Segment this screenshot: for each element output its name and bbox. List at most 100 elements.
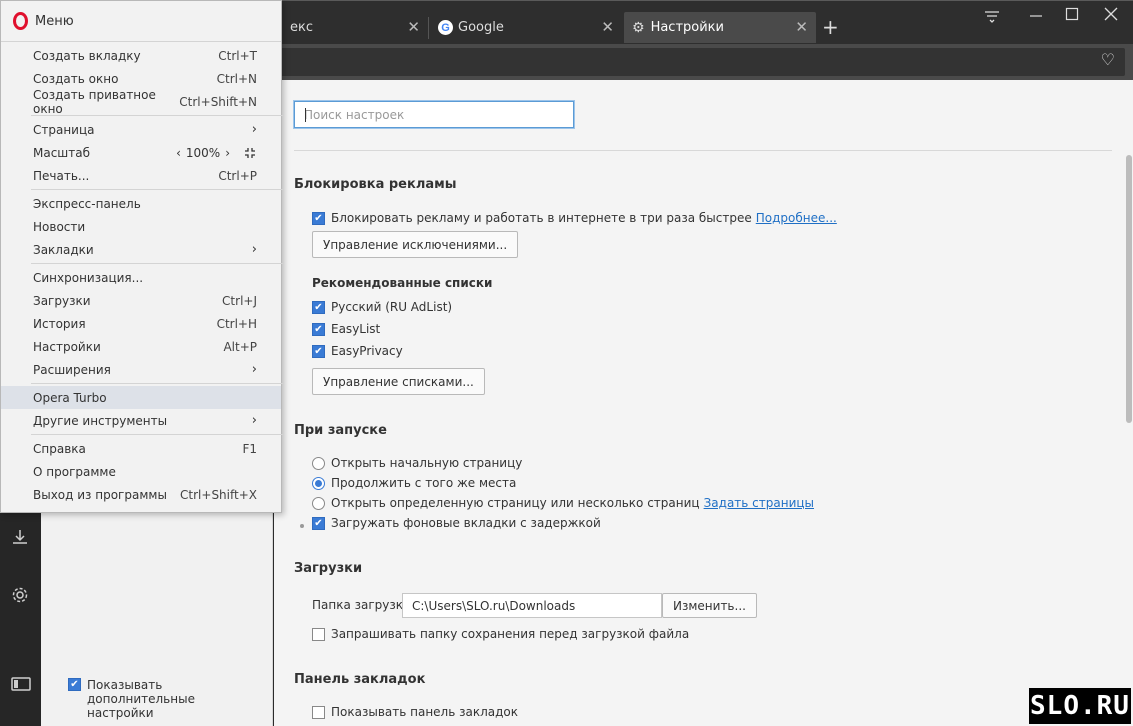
menu-item-opera-turbo[interactable]: Opera Turbo — [1, 386, 281, 409]
heart-icon[interactable]: ♡ — [1101, 50, 1115, 69]
show-advanced-toggle[interactable]: ✔ Показывать дополнительные настройки — [68, 678, 257, 720]
minimize-icon[interactable] — [1029, 8, 1043, 26]
fullscreen-icon[interactable] — [243, 146, 257, 160]
set-pages-link[interactable]: Задать страницы — [704, 496, 814, 510]
manage-exceptions-button[interactable]: Управление исключениями... — [312, 231, 519, 258]
checkbox-icon[interactable]: ✔ — [312, 344, 325, 358]
bullet-dot — [300, 524, 304, 528]
menu-item-exit[interactable]: Выход из программы Ctrl+Shift+X — [1, 483, 281, 506]
manage-lists-button[interactable]: Управление списками... — [312, 368, 485, 395]
menu-item-label: Закладки — [33, 242, 94, 257]
menu-item-other-tools[interactable]: Другие инструменты › — [1, 409, 281, 432]
menu-item-label: Другие инструменты — [33, 413, 168, 428]
menu-item-bookmarks[interactable]: Закладки › — [1, 238, 281, 261]
menu-item-label: История — [33, 316, 86, 331]
close-icon[interactable]: ✕ — [795, 18, 808, 36]
close-window-icon[interactable] — [1104, 7, 1118, 25]
settings-search-input[interactable]: Поиск настроек — [294, 101, 574, 128]
adblock-toggle[interactable]: ✔ Блокировать рекламу и работать в интер… — [312, 211, 837, 225]
tab-settings[interactable]: ⚙ Настройки ✕ — [624, 12, 816, 43]
change-folder-button[interactable]: Изменить... — [662, 593, 757, 618]
menu-item-about[interactable]: О программе — [1, 460, 281, 483]
menu-item-shortcut: Ctrl+J — [222, 293, 257, 308]
downloads-heading: Загрузки — [294, 561, 363, 576]
close-icon[interactable]: ✕ — [601, 18, 614, 36]
scrollbar-thumb[interactable] — [1126, 155, 1132, 423]
show-bookmarks-bar-label: Показывать панель закладок — [331, 705, 519, 719]
checkbox-icon[interactable] — [312, 627, 325, 641]
list-item-easyprivacy[interactable]: ✔ EasyPrivacy — [312, 344, 403, 358]
menu-item-label: Экспресс-панель — [33, 196, 141, 211]
checkbox-icon[interactable]: ✔ — [312, 211, 325, 225]
radio-icon[interactable] — [312, 456, 325, 470]
menu-item-label: Страница — [33, 122, 95, 137]
chevron-right-icon: › — [251, 413, 257, 428]
downloads-icon[interactable] — [11, 528, 29, 551]
tab-label: екс — [290, 20, 313, 35]
show-bookmarks-bar-toggle[interactable]: Показывать панель закладок — [312, 705, 518, 719]
divider — [294, 150, 1112, 151]
new-tab-button[interactable]: + — [822, 15, 839, 39]
zoom-in-icon[interactable]: › — [225, 146, 230, 160]
startup-option-home[interactable]: Открыть начальную страницу — [312, 456, 522, 470]
menu-item-extensions[interactable]: Расширения › — [1, 358, 281, 381]
zoom-out-icon[interactable]: ‹ — [176, 146, 181, 160]
zoom-control: ‹ 100% › — [176, 146, 257, 160]
bookmarks-bar-heading: Панель закладок — [294, 672, 426, 687]
list-item-easylist[interactable]: ✔ EasyList — [312, 322, 380, 336]
chevron-right-icon: › — [251, 362, 257, 377]
menu-item-shortcut: Alt+P — [223, 339, 257, 354]
menu-title: Меню — [35, 13, 74, 29]
delay-tabs-toggle[interactable]: ✔ Загружать фоновые вкладки с задержкой — [312, 516, 601, 530]
checkbox-icon[interactable]: ✔ — [312, 322, 325, 336]
menu-header[interactable]: Меню — [1, 1, 281, 41]
menu-item-zoom[interactable]: Масштаб ‹ 100% › — [1, 141, 281, 164]
radio-icon[interactable] — [312, 476, 325, 490]
menu-item-label: Масштаб — [33, 145, 91, 160]
opera-logo-icon — [13, 12, 28, 30]
menu-divider — [31, 189, 283, 190]
radio-icon[interactable] — [312, 496, 325, 510]
adblock-label: Блокировать рекламу и работать в интерне… — [331, 211, 752, 225]
maximize-icon[interactable] — [1065, 7, 1079, 25]
download-folder-field[interactable]: C:\Users\SLO.ru\Downloads — [402, 593, 662, 618]
menu-item-sync[interactable]: Синхронизация... — [1, 266, 281, 289]
watermark-logo: SLO.RU — [1029, 688, 1131, 724]
tab-menu-icon[interactable] — [984, 10, 1000, 28]
download-folder-label: Папка загрузки: — [312, 598, 415, 612]
menu-item-shortcut: F1 — [242, 441, 257, 456]
menu-item-history[interactable]: История Ctrl+H — [1, 312, 281, 335]
menu-divider — [1, 41, 281, 42]
startup-option-continue[interactable]: Продолжить с того же места — [312, 476, 516, 490]
sidebar-toggle-icon[interactable] — [11, 676, 31, 696]
menu-item-page[interactable]: Страница › — [1, 118, 281, 141]
list-item-ru-adlist[interactable]: ✔ Русский (RU AdList) — [312, 300, 452, 314]
menu-divider — [31, 115, 283, 116]
startup-option-pages[interactable]: Открыть определенную страницу или нескол… — [312, 496, 814, 510]
menu-item-print[interactable]: Печать... Ctrl+P — [1, 164, 281, 187]
opera-menu: Меню Создать вкладку Ctrl+T Создать окно C… — [0, 0, 283, 513]
menu-item-speed-dial[interactable]: Экспресс-панель — [1, 192, 281, 215]
zoom-level: 100% — [185, 145, 221, 160]
menu-item-settings[interactable]: Настройки Alt+P — [1, 335, 281, 358]
settings-icon[interactable] — [11, 586, 29, 609]
checkbox-icon[interactable]: ✔ — [68, 678, 81, 691]
checkbox-icon[interactable]: ✔ — [312, 516, 325, 530]
ask-folder-toggle[interactable]: Запрашивать папку сохранения перед загру… — [312, 627, 689, 641]
menu-item-help[interactable]: Справка F1 — [1, 437, 281, 460]
menu-item-private-window[interactable]: Создать приватное окно Ctrl+Shift+N — [1, 87, 281, 116]
more-info-link[interactable]: Подробнее... — [756, 211, 837, 225]
tab-google[interactable]: G Google ✕ — [430, 12, 622, 43]
radio-label: Продолжить с того же места — [331, 476, 517, 490]
menu-item-label: Создать приватное окно — [33, 87, 156, 116]
checkbox-icon[interactable]: ✔ — [312, 300, 325, 314]
close-icon[interactable]: ✕ — [407, 18, 420, 36]
tab-yandex[interactable]: екс ✕ — [282, 12, 428, 43]
menu-item-label: Печать... — [33, 168, 90, 183]
menu-item-label: Расширения — [33, 362, 111, 377]
menu-item-label: Выход из программы — [33, 487, 167, 502]
menu-item-new-tab[interactable]: Создать вкладку Ctrl+T — [1, 44, 281, 67]
menu-item-downloads[interactable]: Загрузки Ctrl+J — [1, 289, 281, 312]
checkbox-icon[interactable] — [312, 705, 325, 719]
menu-item-news[interactable]: Новости — [1, 215, 281, 238]
